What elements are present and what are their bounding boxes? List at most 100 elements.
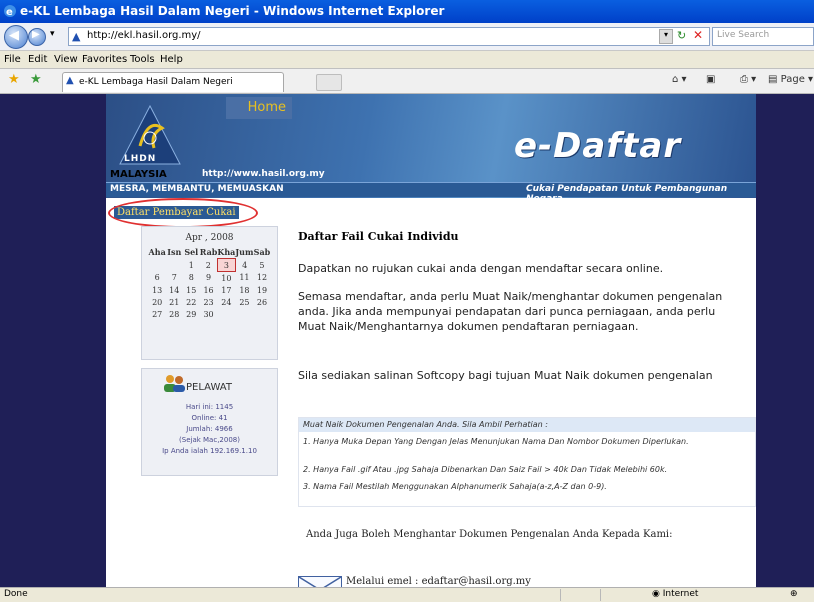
calendar-day[interactable]: 21 [166,296,183,308]
tab-favicon-icon: ▲ [66,75,74,86]
calendar-week-row: 13 14 15 16 17 18 19 [149,284,271,296]
back-button[interactable]: ◀ [4,25,28,49]
address-dropdown-icon[interactable]: ▾ [659,29,673,44]
calendar-day[interactable]: 5 [253,259,270,272]
calendar-day[interactable]: 17 [217,284,235,296]
calendar-day[interactable]: 6 [149,272,166,285]
add-favorites-icon[interactable]: ★ [30,72,42,87]
home-link[interactable]: Home [226,97,292,119]
calendar-day[interactable]: 18 [235,284,253,296]
calendar-day[interactable]: 19 [253,284,270,296]
menu-view[interactable]: View [54,54,78,65]
address-url[interactable]: http://ekl.hasil.org.my/ [87,30,201,41]
visitors-today: Hari ini: 1145 [185,403,234,411]
malaysia-text: MALAYSIA [110,169,167,180]
calendar-day[interactable]: 26 [253,296,270,308]
history-dropdown-icon[interactable]: ▾ [50,29,55,39]
status-separator [560,589,561,601]
calendar-day[interactable]: 13 [149,284,166,296]
home-icon[interactable]: ⌂ ▾ [672,74,687,85]
calendar-day[interactable]: 1 [183,259,200,272]
calendar-week-row: 6 7 8 9 10 11 12 [149,272,271,285]
notice-item-3: 3. Nama Fail Mestilah Menggunakan Alphan… [303,482,607,491]
calendar-day[interactable]: 29 [183,308,200,320]
svg-text:e: e [6,7,13,18]
zoom-icon[interactable]: ⊕ [790,589,798,599]
visitors-total: Jumlah: 4966 [186,425,233,433]
calendar-day[interactable]: 22 [183,296,200,308]
calendar-weekday: Sab [253,247,271,258]
visitor-counter: PELAWAT Hari ini: 1145 Online: 41 Jumlah… [141,368,278,476]
internet-zone: ◉ Internet [652,589,699,599]
calendar-day [166,259,183,272]
site-banner: LHDN Home MALAYSIA http://www.hasil.org.… [106,94,756,198]
menu-help[interactable]: Help [160,54,183,65]
calendar-day[interactable]: 12 [253,272,270,285]
refresh-icon[interactable]: ↻ [677,29,686,42]
upload-notice: Muat Naik Dokumen Pengenalan Anda. Sila … [298,417,756,507]
menu-file[interactable]: File [4,54,21,65]
hasil-url[interactable]: http://www.hasil.org.my [202,169,325,179]
calendar-day[interactable]: 3 [216,258,236,272]
calendar-day[interactable]: 4 [235,259,253,272]
tab-ekl[interactable]: ▲ e-KL Lembaga Hasil Dalam Negeri [62,72,284,92]
calendar-day[interactable]: 20 [149,296,166,308]
calendar-day [149,259,166,272]
calendar-day[interactable]: 24 [217,296,235,308]
softcopy-paragraph: Sila sediakan salinan Softcopy bagi tuju… [298,369,713,382]
calendar-day[interactable]: 16 [200,284,218,296]
highlight-oval [108,198,258,228]
pelawat-title: PELAWAT [186,382,232,393]
malaysia-strip: MALAYSIA http://www.hasil.org.my [106,169,346,181]
new-tab-button[interactable] [316,74,342,91]
calendar-day[interactable]: 7 [166,272,183,285]
print-icon[interactable]: ⎙ ▾ [740,74,756,85]
visitor-ip: Ip Anda ialah 192.169.1.10 [162,447,257,455]
upload-notice-header: Muat Naik Dokumen Pengenalan Anda. Sila … [299,418,755,432]
calendar-day[interactable]: 2 [200,259,218,272]
menu-bar: File Edit View Favorites Tools Help [0,51,814,69]
email-icon [298,576,342,587]
calendar-weekday: Sel [184,247,199,258]
back-arrow-icon: ◀ [9,28,19,43]
lhdn-logo-icon [119,104,181,165]
calendar-day[interactable]: 23 [200,296,218,308]
email-link[interactable]: Melalui emel : edaftar@hasil.org.my [346,576,531,587]
menu-tools[interactable]: Tools [130,54,155,65]
calendar-weekday: Aha [148,247,166,258]
address-field[interactable]: ▲ http://ekl.hasil.org.my/ ▾ ↻ ✕ [68,27,710,46]
search-input[interactable]: Live Search [712,27,814,46]
feeds-icon[interactable]: ▣ [706,74,715,85]
status-text: Done [4,589,28,599]
menu-edit[interactable]: Edit [28,54,47,65]
menu-favorites[interactable]: Favorites [82,54,127,65]
calendar-day[interactable]: 10 [217,272,235,285]
calendar-day[interactable]: 25 [235,296,253,308]
calendar-week-row: 12345 [149,258,271,272]
calendar-day[interactable]: 11 [235,272,253,285]
calendar-day [217,308,235,320]
calendar-day[interactable]: 27 [149,308,166,320]
calendar-weekday: Rab [199,247,218,258]
calendar-day[interactable]: 9 [200,272,218,285]
motto-text: MESRA, MEMBANTU, MEMUASKAN [110,184,284,194]
address-toolbar: ◀ ▶ ▾ ▲ http://ekl.hasil.org.my/ ▾ ↻ ✕ L… [0,23,814,51]
favorites-star-icon[interactable]: ★ [8,72,20,87]
calendar-day[interactable]: 8 [183,272,200,285]
calendar-week-row: 20 21 22 23 24 25 26 [149,296,271,308]
window-titlebar: e e-KL Lembaga Hasil Dalam Negeri - Wind… [0,0,814,23]
calendar-weekday: Jum [235,247,254,258]
calendar-day[interactable]: 14 [166,284,183,296]
stop-icon[interactable]: ✕ [693,28,703,42]
page-label: Page [780,74,805,85]
calendar-day[interactable]: 28 [166,308,183,320]
status-bar: Done ◉ Internet ⊕ [0,587,814,602]
window-title: e-KL Lembaga Hasil Dalam Negeri - Window… [20,4,445,18]
page-menu-button[interactable]: ▤ Page ▾ [768,74,813,85]
calendar-day[interactable]: 15 [183,284,200,296]
forward-button[interactable]: ▶ [28,28,46,46]
calendar-day[interactable]: 30 [200,308,218,320]
visitors-since: (Sejak Mac,2008) [179,436,240,444]
send-documents-text: Anda Juga Boleh Menghantar Dokumen Penge… [306,529,673,540]
upload-notice-title: Muat Naik Dokumen Pengenalan Anda. Sila … [303,420,548,429]
